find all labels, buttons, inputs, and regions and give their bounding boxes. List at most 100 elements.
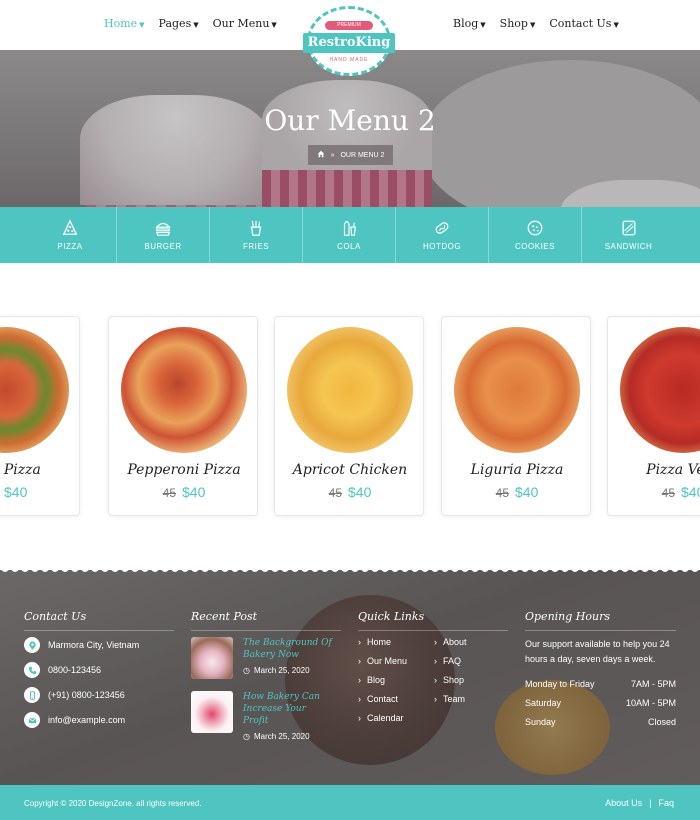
- nav-our-menu[interactable]: Our Menu ▼: [213, 17, 277, 30]
- product-card[interactable]: Pepperoni Pizza 45 $40: [108, 316, 258, 516]
- product-card[interactable]: Apricot Chicken 45 $40: [274, 316, 424, 516]
- logo-tag-top: PREMIUM: [325, 21, 373, 30]
- nav-home-label: Home: [104, 17, 138, 30]
- footer-contact: Contact Us Marmora City, Vietnam 0800-12…: [24, 610, 139, 737]
- nav-contact-us[interactable]: Contact Us ▼: [549, 17, 619, 30]
- contact-mobile-text: (+91) 0800-123456: [48, 690, 125, 700]
- nav-shop[interactable]: Shop ▼: [500, 17, 536, 30]
- product-price: 45 $40: [608, 484, 700, 500]
- hours-time: 10AM - 5PM: [625, 698, 676, 708]
- product-image: [620, 327, 700, 453]
- main-nav-right: Blog ▼ Shop ▼ Contact Us ▼: [453, 17, 619, 30]
- site-footer: Contact Us Marmora City, Vietnam 0800-12…: [0, 570, 700, 785]
- nav-contact-us-label: Contact Us: [549, 17, 612, 30]
- chevron-down-icon: ▼: [529, 21, 536, 29]
- envelope-icon: [24, 712, 40, 728]
- hotdog-icon: [435, 222, 449, 234]
- copyright-text: Copyright © 2020 DesignZone. all rights …: [24, 799, 202, 808]
- quick-link-faq[interactable]: FAQ: [434, 656, 494, 666]
- old-price: 45: [162, 486, 176, 500]
- old-price: 45: [661, 486, 675, 500]
- recent-post[interactable]: The Background Of Bakery Now ◷ March 25, …: [191, 637, 333, 679]
- site-logo[interactable]: PREMIUM RestroKing HAND MADE: [303, 6, 395, 76]
- breadcrumb-current: OUR MENU 2: [340, 151, 385, 159]
- contact-email[interactable]: info@example.com: [24, 712, 139, 728]
- tab-label: FRIES: [242, 242, 270, 251]
- post-thumbnail: [191, 691, 233, 733]
- product-image: [0, 327, 69, 453]
- hours-row: Sunday Closed: [525, 717, 676, 727]
- home-icon[interactable]: [317, 150, 325, 160]
- hours-description: Our support available to help you 24 hou…: [525, 639, 670, 664]
- footer-heading: Recent Post: [191, 610, 258, 623]
- page-title: Our Menu 2: [264, 104, 436, 137]
- nav-pages[interactable]: Pages ▼: [159, 17, 199, 30]
- nav-blog-label: Blog: [453, 17, 479, 30]
- main-nav-left: Home ▼ Pages ▼ Our Menu ▼: [104, 17, 277, 30]
- footer-recent-posts: Recent Post The Background Of Bakery Now…: [191, 610, 333, 753]
- post-date-text: March 25, 2020: [253, 666, 310, 675]
- contact-phone[interactable]: 0800-123456: [24, 662, 139, 678]
- quick-links-list: Home About Our Menu FAQ Blog Shop Contac…: [358, 637, 494, 723]
- footer-heading: Contact Us: [24, 610, 87, 623]
- footer-heading: Opening Hours: [525, 610, 610, 623]
- hours-time: Closed: [647, 717, 676, 727]
- contact-mobile[interactable]: (+91) 0800-123456: [24, 687, 139, 703]
- chevron-down-icon: ▼: [613, 21, 619, 29]
- hours-time: 7AM - 5PM: [630, 679, 676, 689]
- post-date: ◷ March 25, 2020: [243, 732, 333, 741]
- product-price: 45 $40: [275, 484, 425, 500]
- faq-link[interactable]: Faq: [658, 798, 674, 808]
- current-price: $40: [4, 484, 28, 500]
- quick-link-blog[interactable]: Blog: [358, 675, 434, 685]
- nav-our-menu-label: Our Menu: [212, 17, 270, 30]
- hours-row: Monday to Friday 7AM - 5PM: [525, 679, 676, 689]
- quick-link-our-menu[interactable]: Our Menu: [358, 656, 434, 666]
- quick-link-home[interactable]: Home: [358, 637, 434, 647]
- cola-icon: [343, 221, 356, 236]
- tab-cookies[interactable]: COOKIES: [489, 207, 582, 263]
- nav-home[interactable]: Home ▼: [104, 17, 145, 30]
- nav-blog[interactable]: Blog ▼: [453, 17, 486, 30]
- tab-label: BURGER: [144, 242, 182, 251]
- post-thumbnail: [191, 637, 233, 679]
- quick-link-shop[interactable]: Shop: [434, 675, 494, 685]
- product-card[interactable]: Liguria Pizza 45 $40: [441, 316, 591, 516]
- tab-cola[interactable]: COLA: [303, 207, 396, 263]
- pizza-icon: [62, 219, 78, 235]
- product-name: Liguria Pizza: [470, 462, 564, 478]
- contact-email-text: info@example.com: [48, 715, 126, 725]
- quick-link-team[interactable]: Team: [434, 694, 494, 704]
- tab-burger[interactable]: BURGER: [117, 207, 210, 263]
- product-card[interactable]: Pizza Vero 45 $40: [607, 316, 700, 516]
- post-date-text: March 25, 2020: [253, 732, 310, 741]
- link-separator: |: [649, 798, 652, 808]
- product-card[interactable]: mer Pizza 45$40: [0, 316, 80, 516]
- footer-bottom-bar: Copyright © 2020 DesignZone. all rights …: [0, 785, 700, 820]
- recent-post[interactable]: How Bakery Can Increase Your Profit ◷ Mar…: [191, 691, 333, 741]
- footer-quick-links: Quick Links Home About Our Menu FAQ Blog…: [358, 610, 494, 723]
- post-date: ◷ March 25, 2020: [243, 666, 333, 675]
- old-price: 45: [328, 486, 342, 500]
- hours-day: Saturday: [525, 698, 562, 708]
- tab-label: SANDWICH: [604, 242, 653, 251]
- product-price: 45 $40: [442, 484, 592, 500]
- post-title[interactable]: The Background Of Bakery Now: [243, 637, 333, 661]
- wavy-divider: [0, 568, 700, 572]
- tab-sandwich[interactable]: SANDWICH: [582, 207, 675, 263]
- quick-link-calendar[interactable]: Calendar: [358, 713, 434, 723]
- tab-hotdog[interactable]: HOTDOG: [396, 207, 489, 263]
- product-name: mer Pizza: [0, 462, 41, 478]
- location-pin-icon: [24, 637, 40, 653]
- contact-phone-text: 0800-123456: [48, 665, 102, 675]
- current-price: $40: [681, 484, 700, 500]
- quick-link-contact[interactable]: Contact: [358, 694, 434, 704]
- tab-fries[interactable]: FRIES: [210, 207, 303, 263]
- nav-shop-label: Shop: [499, 17, 528, 30]
- current-price: $40: [515, 484, 539, 500]
- post-title[interactable]: How Bakery Can Increase Your Profit: [243, 691, 333, 727]
- logo-tag-bottom: HAND MADE: [329, 57, 369, 63]
- about-us-link[interactable]: About Us: [605, 798, 642, 808]
- quick-link-about[interactable]: About: [434, 637, 494, 647]
- tab-pizza[interactable]: PIZZA: [24, 207, 117, 270]
